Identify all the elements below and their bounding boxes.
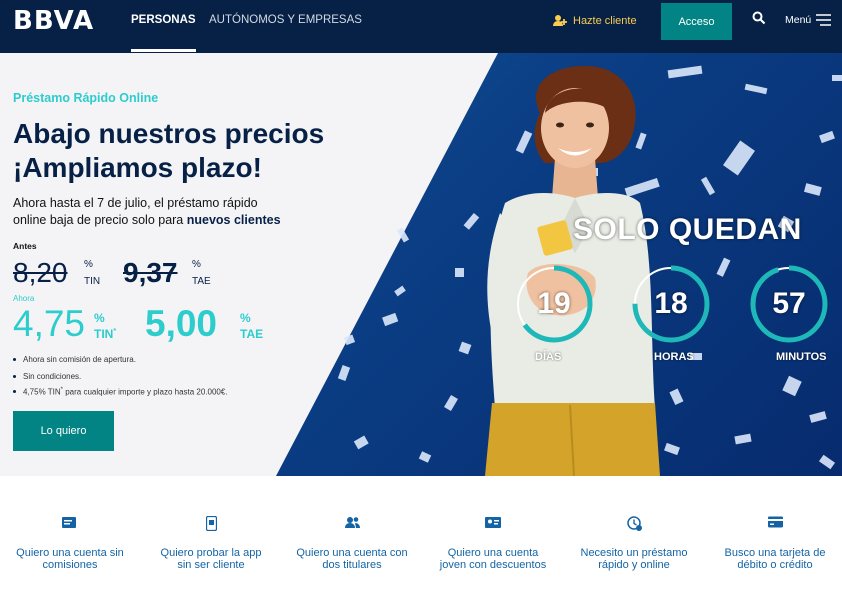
shortcut-dos-titulares[interactable]: Quiero una cuenta con dos titulares [285,516,419,571]
hero-subtitle: Préstamo Rápido Online [13,91,159,105]
shortcut-label-line1: Quiero una cuenta [447,547,539,559]
hero-desc-line2: online baja de precio solo para [13,213,184,227]
shortcut-label-line2: comisiones [42,559,98,571]
old-tin-percent: % [84,259,93,270]
shortcut-label-line1: Quiero probar la app [160,547,262,559]
mobile-icon [205,516,217,531]
hazte-cliente-label: Hazte cliente [573,14,637,27]
new-tin-label: TIN* [94,327,117,341]
id-card-icon [485,517,501,528]
old-tae-label: TAE [192,276,211,287]
shortcut-label-line2: joven con descuentos [439,559,547,571]
old-tin-value: 8,20 [13,257,68,288]
acceso-button[interactable]: Acceso [661,3,732,40]
shortcut-label-line1: Necesito un préstamo [580,547,688,559]
nav-tab-autonomos-empresas[interactable]: AUTÓNOMOS Y EMPRESAS [209,14,362,26]
countdown-title: SOLO QUEDAN [573,213,802,246]
countdown-minutes-label: MINUTOS [776,351,827,363]
hero-title-line1: Abajo nuestros precios [13,118,325,149]
old-tin-label: TIN [84,276,101,287]
nav-tab-personas[interactable]: PERSONAS [131,14,196,52]
new-tae-label: TAE [240,327,264,341]
menu-button[interactable]: Menú [785,14,832,26]
old-tae-percent: % [192,259,201,270]
shortcut-label-line1: Quiero una cuenta sin [16,547,124,559]
hero-desc-line1: Ahora hasta el 7 de julio, el préstamo r… [13,196,258,210]
shortcut-cuenta-sin-comisiones[interactable]: Quiero una cuenta sin comisiones [3,516,137,571]
lo-quiero-button[interactable]: Lo quiero [13,411,114,451]
hero-title-line2: ¡Ampliamos plazo! [13,152,262,183]
shortcut-cuenta-joven[interactable]: Quiero una cuenta joven con descuentos [426,516,560,571]
hamburger-icon [816,14,832,26]
countdown-minutes-value: 57 [772,287,806,320]
card-icon [62,517,76,528]
bullet-item: 4,75% TIN* para cualquier importe y plaz… [13,387,228,397]
bbva-logo[interactable]: BBVA [13,6,94,36]
new-tae-value: 5,00 [145,303,218,344]
ahora-label: Ahora [13,294,35,303]
shortcut-label-line2: débito o crédito [737,559,813,571]
countdown-hours-ring: 18 [631,264,711,344]
countdown-days-value: 19 [537,287,571,320]
new-tin-value: 4,75 [13,303,86,344]
countdown-minutes-ring: 57 [749,264,829,344]
countdown-days-label: DÍAS [535,351,562,363]
shortcut-label-line2: sin ser cliente [177,559,245,571]
menu-label: Menú [785,14,812,26]
hazte-cliente-link[interactable]: Hazte cliente [553,14,637,27]
users-icon [344,517,360,528]
hero-desc-bold: nuevos clientes [186,213,281,227]
hero-banner: Préstamo Rápido Online Abajo nuestros pr… [0,53,842,476]
clock-money-icon [626,516,642,531]
hero-title: Abajo nuestros precios ¡Ampliamos plazo! [13,117,413,185]
top-navigation-bar: BBVA PERSONAS AUTÓNOMOS Y EMPRESAS Hazte… [0,0,842,53]
countdown-days-ring: 19 [514,264,594,344]
hero-description: Ahora hasta el 7 de julio, el préstamo r… [13,195,313,229]
antes-label: Antes [13,241,37,251]
old-tae-value: 9,37 [123,257,178,288]
shortcut-prestamo-rapido[interactable]: Necesito un préstamo rápido y online [567,516,701,571]
shortcut-label-line1: Quiero una cuenta con [296,547,408,559]
shortcut-label-line2: dos titulares [322,559,382,571]
shortcut-probar-app[interactable]: Quiero probar la app sin ser cliente [144,516,278,571]
new-tin-percent: % [94,311,105,325]
countdown-hours-label: HORAS [654,351,694,363]
add-user-icon [553,15,567,26]
shortcut-label-line2: rápido y online [598,559,670,571]
search-icon[interactable] [752,11,766,25]
bullet-item: Ahora sin comisión de apertura. [13,355,136,364]
bullet-item: Sin condiciones. [13,372,81,381]
new-tae-percent: % [240,311,251,325]
shortcut-label-line1: Busco una tarjeta de [724,547,826,559]
shortcut-tarjeta[interactable]: Busco una tarjeta de débito o crédito [708,516,842,571]
countdown-hours-value: 18 [654,287,688,320]
credit-card-icon [767,516,783,528]
